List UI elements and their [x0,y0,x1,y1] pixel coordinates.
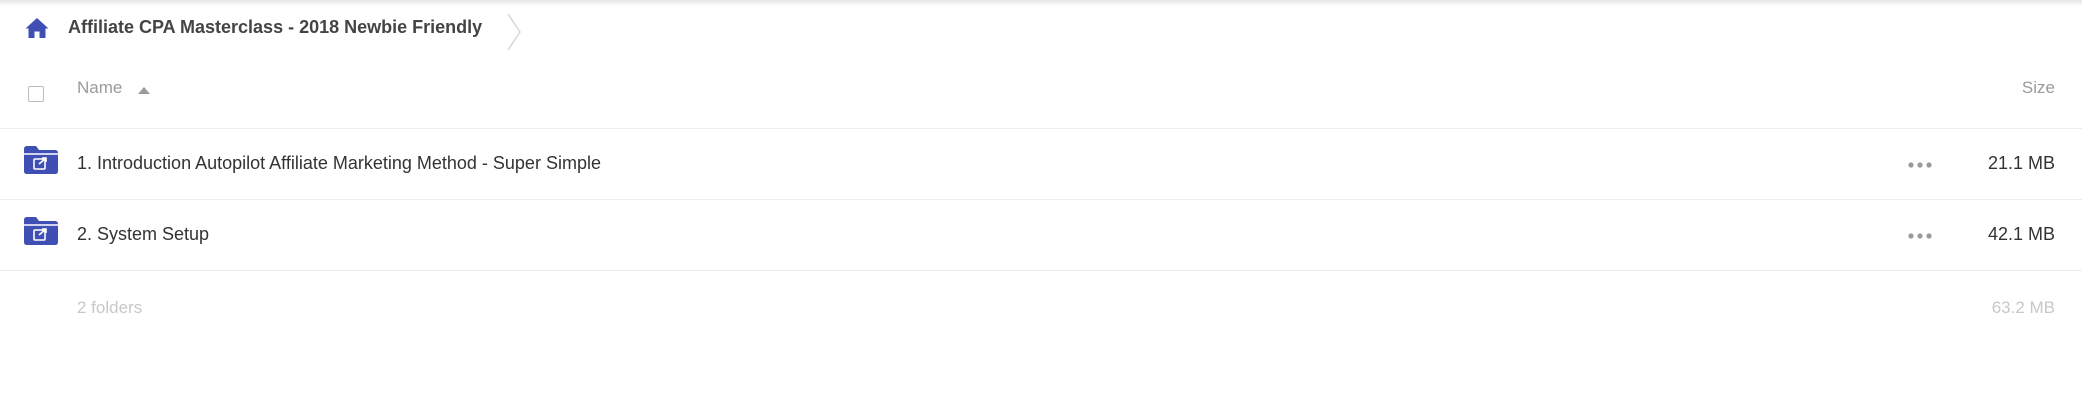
folder-name[interactable]: 2. System Setup [77,224,209,245]
table-footer: 2 folders 63.2 MB [0,271,2082,341]
breadcrumb-chevron-icon [507,13,521,51]
folder-count: 2 folders [77,298,143,317]
folder-name[interactable]: 1. Introduction Autopilot Affiliate Mark… [77,153,601,174]
breadcrumb: Affiliate CPA Masterclass - 2018 Newbie … [0,0,2082,58]
more-options-icon[interactable] [1908,233,1932,239]
table-header: Name Size [0,66,2082,129]
shared-folder-icon [24,217,58,245]
breadcrumb-current-folder[interactable]: Affiliate CPA Masterclass - 2018 Newbie … [68,17,482,38]
table-row[interactable]: 2. System Setup 42.1 MB [0,200,2082,271]
table-row[interactable]: 1. Introduction Autopilot Affiliate Mark… [0,129,2082,200]
column-header-size[interactable]: Size [2022,78,2055,98]
folder-size: 42.1 MB [1987,224,2055,244]
more-options-icon[interactable] [1908,162,1932,168]
column-header-name[interactable]: Name [77,78,122,98]
select-all-checkbox[interactable] [28,86,44,102]
shared-folder-icon [24,146,58,174]
folder-size: 21.1 MB [1987,153,2055,173]
total-size: 63.2 MB [1991,298,2055,317]
sort-ascending-icon[interactable] [138,87,150,94]
home-icon[interactable] [24,16,50,40]
